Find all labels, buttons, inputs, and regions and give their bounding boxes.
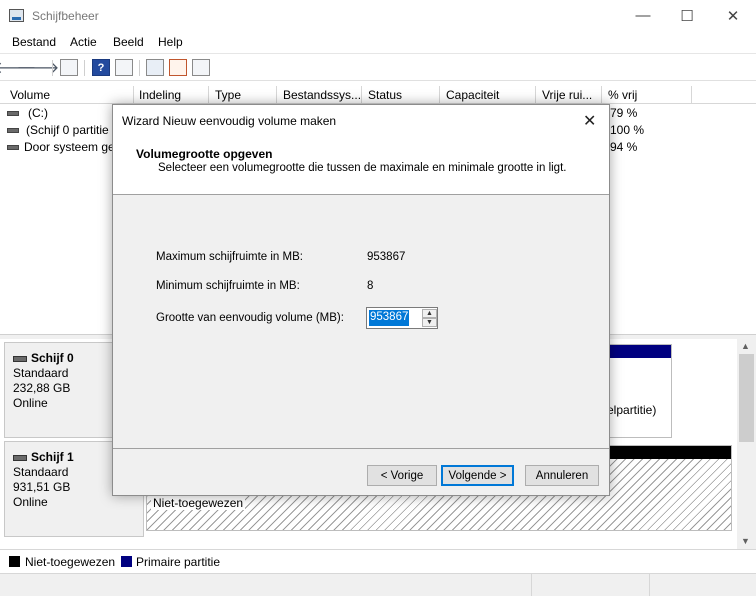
partition-label: elpartitie) [607,403,657,417]
unallocated-swatch [9,556,20,567]
title-bar: Schijfbeheer — ☐ ✕ [0,0,756,31]
menu-beeld[interactable]: Beeld [113,35,144,49]
volume-icon [7,111,19,116]
spin-up-icon[interactable]: ▲ [422,309,437,318]
column-volume[interactable]: Volume [4,86,134,104]
menu-actie[interactable]: Actie [70,35,97,49]
help-icon[interactable]: ? [92,59,110,76]
volume-size-stepper[interactable]: 953867 ▲ ▼ [366,307,438,329]
legend: Niet-toegewezen Primaire partitie [0,549,756,573]
disk-icon [13,355,27,362]
column-percent-vrij[interactable]: % vrij [602,86,692,104]
volume-name: (C:) [28,106,48,120]
checkmark-icon[interactable] [169,59,187,76]
dialog-divider [113,448,609,449]
column-type[interactable]: Type [209,86,277,104]
min-space-label: Minimum schijfruimte in MB: [156,280,300,292]
disk-name: Schijf 1 [31,450,74,464]
dialog-subheading: Selecteer een volumegrootte die tussen d… [158,162,567,174]
volume-pct-free: 94 % [610,140,638,154]
volume-size-input[interactable]: 953867 [369,310,410,326]
dialog-heading: Volumegrootte opgeven [136,147,273,161]
volume-table-header: Volume Indeling Type Bestandssys... Stat… [0,86,756,104]
status-pane [532,574,650,596]
volume-name: (Schijf 0 partitie 3 [26,123,119,137]
menu-bar: Bestand Actie Beeld Help [0,31,756,53]
disk-name: Schijf 0 [31,351,74,365]
toolbar: 🡐 🡒 ? [0,53,756,81]
forward-arrow-icon[interactable]: 🡒 [17,59,60,77]
legend-primary: Primaire partitie [136,555,221,569]
volume-name: Door systeem ge [24,140,115,154]
volume-pct-free: 79 % [610,106,638,120]
volume-icon [7,128,19,133]
volume-size-label: Grootte van eenvoudig volume (MB): [156,312,344,324]
toolbar-separator [84,60,85,76]
menu-bestand[interactable]: Bestand [12,35,56,49]
scroll-thumb[interactable] [739,354,754,442]
column-vrije-ruimte[interactable]: Vrije rui... [536,86,602,104]
column-indeling[interactable]: Indeling [133,86,209,104]
maximize-button[interactable]: ☐ [664,0,710,31]
settings-list-icon[interactable] [192,59,210,76]
volume-icon [7,145,19,150]
wizard-dialog: Wizard Nieuw eenvoudig volume maken ✕ Vo… [112,104,610,496]
column-status[interactable]: Status [362,86,440,104]
scroll-down-icon[interactable]: ▼ [741,536,750,546]
primary-swatch [121,556,132,567]
dialog-title: Wizard Nieuw eenvoudig volume maken [122,114,337,128]
toolbar-separator [139,60,140,76]
dialog-title-bar: Wizard Nieuw eenvoudig volume maken ✕ [113,105,609,135]
dialog-close-icon[interactable]: ✕ [583,111,596,131]
partition-label: Niet-toegewezen [151,496,246,510]
graph-scrollbar[interactable]: ▲ ▼ [737,339,756,549]
menu-help[interactable]: Help [158,35,183,49]
max-space-label: Maximum schijfruimte in MB: [156,251,303,263]
properties-icon[interactable] [115,59,133,76]
minimize-button[interactable]: — [620,0,666,31]
back-button[interactable]: < Vorige [367,465,437,486]
window-title: Schijfbeheer [32,9,99,23]
status-bar [0,573,756,596]
min-space-value: 8 [367,280,374,292]
primary-partition-bar [605,345,671,358]
connect-disk-icon[interactable] [146,59,164,76]
column-bestandssysteem[interactable]: Bestandssys... [277,86,362,104]
disk-0-partition[interactable]: elpartitie) [604,344,672,438]
dialog-header: Volumegrootte opgeven Selecteer een volu… [113,135,609,195]
max-space-value: 953867 [367,251,406,263]
legend-unallocated: Niet-toegewezen [25,555,116,569]
volume-pct-free: 100 % [610,123,645,137]
disk-state: Online [13,495,48,509]
column-capaciteit[interactable]: Capaciteit [440,86,536,104]
scroll-up-icon[interactable]: ▲ [741,341,750,351]
cancel-button[interactable]: Annuleren [525,465,599,486]
next-button[interactable]: Volgende > [441,465,514,486]
close-button[interactable]: ✕ [710,0,756,31]
disk-icon [13,454,27,461]
list-view-icon[interactable] [60,59,78,76]
status-pane [0,574,532,596]
spin-down-icon[interactable]: ▼ [422,318,437,327]
disk-management-icon [9,9,24,22]
toolbar-separator [52,60,53,76]
